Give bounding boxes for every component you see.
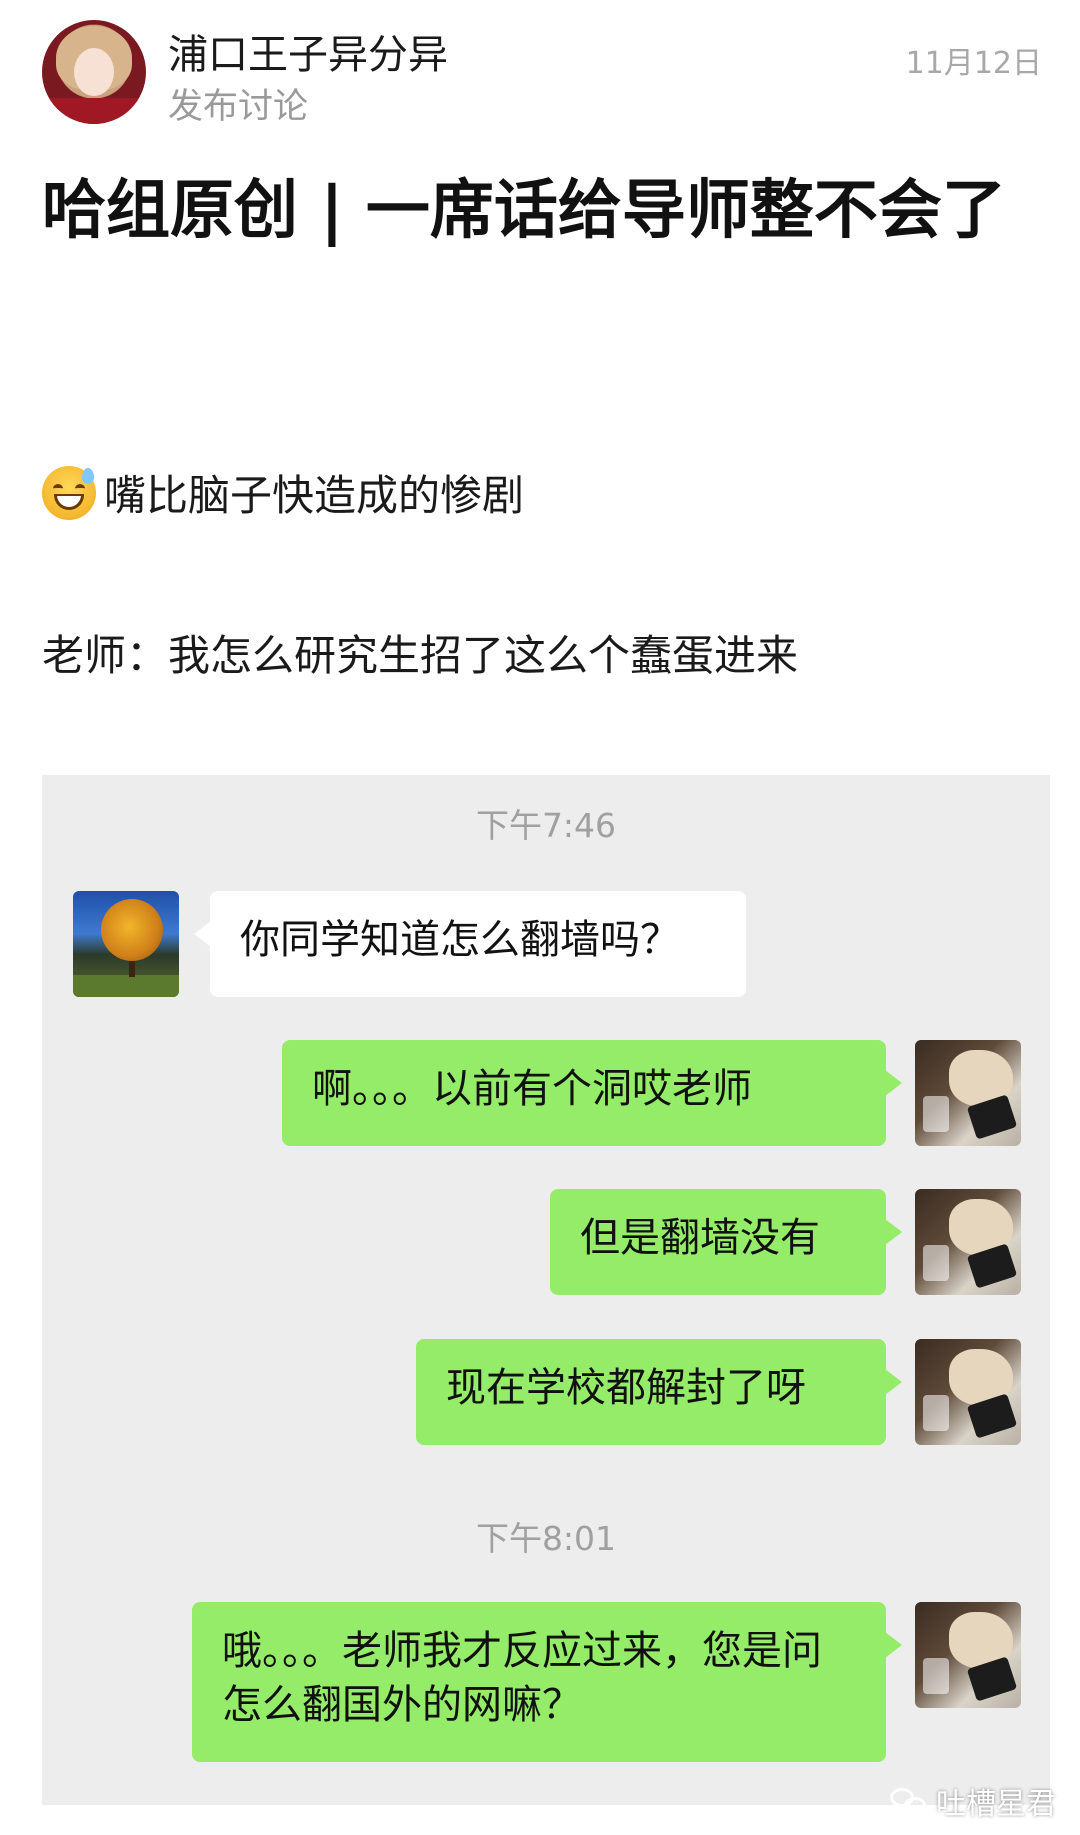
chat-timestamp: 下午7:46 [475,806,617,845]
message-bubble-incoming[interactable]: 你同学知道怎么翻墙吗？ [194,891,746,997]
teacher-avatar[interactable] [73,891,179,997]
my-avatar[interactable] [915,1040,1021,1146]
post-title: 哈组原创 | 一席话给导师整不会了 [42,174,1006,248]
post-date: 11月12日 [905,46,1042,81]
message-bubble-outgoing[interactable]: 哦。。。老师我才反应过来，您是问怎么翻国外的网嘛？ [192,1602,902,1762]
message-bubble-outgoing[interactable]: 现在学校都解封了呀 [416,1339,902,1445]
post-line-1-text: 嘴比脑子快造成的惨剧 [104,471,525,520]
post-line-1: 嘴比脑子快造成的惨剧 [42,462,524,523]
wechat-icon [890,1786,928,1816]
my-avatar[interactable] [915,1189,1021,1295]
sweat-smile-icon [42,465,96,520]
chat-screenshot: 下午7:46 你同学知道怎么翻墙吗？ 啊。。。以前有个洞哎老师 但是翻墙没有 现… [42,775,1050,1805]
chat-timestamp: 下午8:01 [475,1519,617,1558]
my-avatar[interactable] [915,1339,1021,1445]
username[interactable]: 浦口王子异分异 [168,22,448,80]
watermark-text: 吐槽星君 [936,1787,1056,1822]
post-line-2: 老师：我怎么研究生招了这么个蠢蛋进来 [42,631,799,680]
post-page: 浦口王子异分异 发布讨论 11月12日 哈组原创 | 一席话给导师整不会了 嘴比… [0,0,1080,1835]
watermark: 吐槽星君 [890,1779,1056,1823]
message-bubble-outgoing[interactable]: 啊。。。以前有个洞哎老师 [282,1040,902,1146]
my-avatar[interactable] [915,1602,1021,1708]
user-avatar[interactable] [42,20,146,124]
message-bubble-outgoing[interactable]: 但是翻墙没有 [550,1189,902,1295]
post-type-label: 发布讨论 [168,87,309,127]
